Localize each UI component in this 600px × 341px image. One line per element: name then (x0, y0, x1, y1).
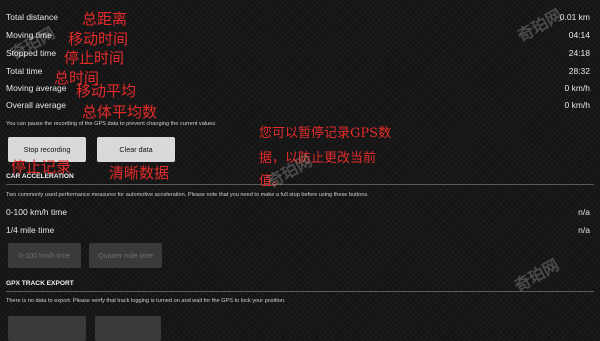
stat-label: 0-100 km/h time (6, 207, 67, 217)
stat-value: 28:32 (568, 66, 590, 76)
annotation-moving-average: 移动平均 (76, 82, 137, 100)
annotation-moving-time: 移动时间 (68, 30, 129, 48)
stat-row-quarter-mile: 1/4 mile time n/a (6, 222, 590, 238)
watermark: 奇珀网 (511, 255, 563, 296)
annotation-stop-recording: 停止记录 (11, 158, 72, 176)
stat-value: 04:14 (568, 30, 590, 40)
section-divider (6, 184, 594, 185)
annotation-text: GPS (350, 126, 379, 141)
car-acceleration-note: Two commonly used performance measures f… (6, 192, 369, 198)
annotation-stopped-time: 停止时间 (64, 49, 125, 67)
annotation-clear-data: 清晰数据 (109, 164, 170, 182)
gpx-export-title: GPX TRACK EXPORT (6, 280, 74, 287)
stat-label: 1/4 mile time (6, 225, 55, 235)
annotation-pause-line1: 您可以暂停记录GPS数 (259, 122, 391, 141)
annotation-text: 您可以暂停记录 (259, 126, 351, 141)
stat-label: Total time (6, 66, 43, 76)
gpx-export-button[interactable] (8, 316, 86, 341)
clear-data-button[interactable]: Clear data (97, 137, 175, 162)
quarter-mile-button[interactable]: Quarter mile time (89, 243, 162, 268)
stat-label: Total distance (6, 12, 58, 22)
zero-to-100-button[interactable]: 0-100 km/h time (8, 243, 81, 268)
annotation-overall-average: 总体平均数 (82, 103, 158, 121)
gpx-export-note: There is no data to export. Please verif… (6, 298, 286, 304)
annotation-text: 数 (378, 126, 392, 141)
gpx-share-button[interactable] (95, 316, 161, 341)
stat-value: 24:18 (568, 48, 590, 58)
stat-value: n/a (578, 225, 590, 235)
stat-value: 0 km/h (564, 100, 590, 110)
stat-value: 0 km/h (564, 83, 590, 93)
stat-value: n/a (578, 207, 590, 217)
stat-row-0-100: 0-100 km/h time n/a (6, 204, 590, 220)
section-divider (6, 291, 594, 292)
annotation-total-distance: 总距离 (82, 10, 128, 28)
stat-label: Overall average (6, 100, 67, 110)
